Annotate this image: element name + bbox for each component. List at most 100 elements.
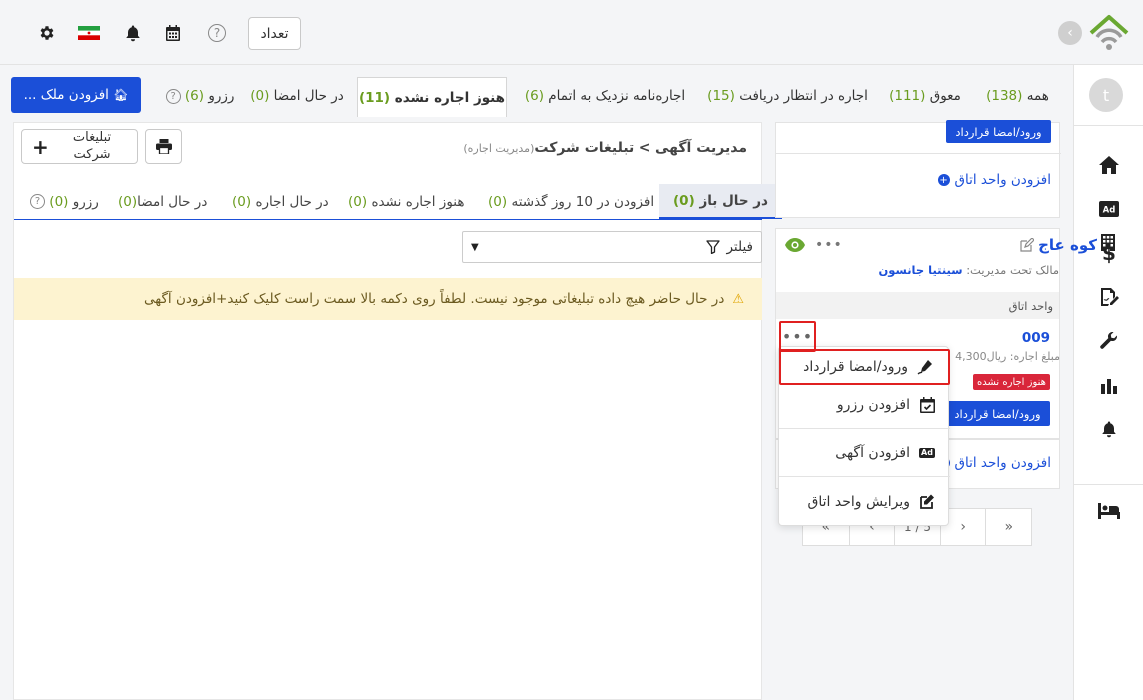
printer-icon bbox=[155, 139, 172, 154]
tab-overdue[interactable]: معوق (111) bbox=[880, 77, 970, 115]
ad-tab-open[interactable]: در حال باز (0) bbox=[659, 184, 782, 219]
avatar[interactable]: t bbox=[1089, 78, 1123, 112]
menu-item-label: ویرایش واحد اتاق bbox=[807, 494, 910, 510]
breadcrumb: مدیریت آگهی > تبلیغات شرکت(مدیریت اجاره) bbox=[463, 140, 747, 156]
wrench-icon[interactable] bbox=[1098, 330, 1120, 352]
sign-contract-label: ورود/امضا قرارداد bbox=[955, 124, 1042, 139]
tab-label: اجاره در انتظار دریافت bbox=[739, 88, 868, 104]
menu-item-label: ورود/امضا قرارداد bbox=[803, 359, 908, 375]
tab-label: معوق bbox=[929, 88, 961, 104]
add-room-unit-link[interactable]: افزودن واحد اتاق+ bbox=[937, 455, 1051, 471]
ad-icon[interactable]: Ad bbox=[1098, 198, 1120, 220]
bed-icon[interactable] bbox=[1098, 500, 1120, 522]
help-icon[interactable]: ? bbox=[30, 194, 45, 209]
breadcrumb-root[interactable]: مدیریت آگهی bbox=[655, 140, 747, 156]
tab-label: در حال باز bbox=[699, 192, 768, 209]
ad-tab-not-rented[interactable]: هنوز اجاره نشده (0) bbox=[348, 184, 464, 219]
tab-count: (6) bbox=[184, 88, 205, 104]
unit-number[interactable]: 009 bbox=[1022, 330, 1050, 346]
unit-more-options-button[interactable]: ••• bbox=[779, 321, 816, 352]
calendar-icon[interactable] bbox=[162, 22, 184, 44]
contract-icon[interactable] bbox=[1098, 286, 1120, 308]
menu-item-add-reserve[interactable]: افزودن رزرو bbox=[779, 385, 950, 425]
property-name: کوه عاج bbox=[1038, 235, 1097, 254]
count-button-label: تعداد bbox=[260, 25, 289, 42]
edit-icon bbox=[918, 493, 936, 511]
tab-reserve[interactable]: رزرو (6) ? bbox=[160, 77, 240, 115]
tab-rent-pending[interactable]: اجاره در انتظار دریافت (15) bbox=[700, 77, 875, 115]
print-button[interactable] bbox=[145, 129, 182, 164]
tab-count: (0) bbox=[348, 193, 368, 210]
sidebar-divider bbox=[1074, 484, 1143, 485]
tab-lease-ending[interactable]: اجاره‌نامه نزدیک به اتمام (6) bbox=[515, 77, 695, 115]
more-options-icon: ••• bbox=[781, 327, 814, 346]
empty-alert-text: در حال حاضر هیچ داده تبلیغاتی موجود نیست… bbox=[144, 291, 725, 307]
tab-count: (11) bbox=[358, 89, 391, 106]
plus-circle-icon: + bbox=[937, 174, 950, 186]
property-title[interactable]: کوه عاج bbox=[1020, 234, 1115, 255]
empty-alert: در حال حاضر هیچ داده تبلیغاتی موجود نیست… bbox=[14, 278, 762, 320]
last-page-button[interactable]: » bbox=[985, 509, 1031, 545]
svg-text:Ad: Ad bbox=[1103, 206, 1116, 216]
bell-icon[interactable] bbox=[122, 22, 144, 44]
menu-item-sign-contract[interactable]: ورود/امضا قرارداد bbox=[779, 349, 950, 385]
plus-icon: + bbox=[32, 134, 49, 159]
add-property-button[interactable]: 🏠︎ افزودن ملک ... bbox=[11, 77, 141, 113]
ad-tab-renting[interactable]: در حال اجاره (0) bbox=[232, 184, 329, 219]
top-bar: ? تعداد ‹ bbox=[0, 0, 1143, 65]
tab-count: (138) bbox=[986, 88, 1023, 104]
menu-item-edit-unit[interactable]: ویرایش واحد اتاق bbox=[779, 482, 950, 522]
collapse-sidebar-button[interactable]: ‹ bbox=[1058, 21, 1082, 45]
unit-sign-contract-button[interactable]: ورود/امضا قرارداد bbox=[945, 401, 1050, 426]
sign-contract-button[interactable]: ورود/امضا قرارداد bbox=[946, 120, 1051, 143]
menu-item-add-ad[interactable]: افزودن آگهی Ad bbox=[779, 433, 950, 473]
more-options-icon[interactable]: ••• bbox=[815, 236, 842, 254]
edit-icon[interactable] bbox=[1020, 237, 1035, 252]
room-units-header-label: واحد اتاق bbox=[1008, 298, 1053, 313]
add-property-label: افزودن ملک ... bbox=[23, 87, 109, 103]
tab-label: هنوز اجاره نشده bbox=[371, 193, 465, 210]
ad-icon: Ad bbox=[919, 448, 935, 458]
filter-icon bbox=[706, 240, 721, 254]
tab-count: (0) bbox=[232, 193, 252, 210]
tab-count: (0) bbox=[488, 193, 508, 210]
iran-flag-icon[interactable] bbox=[78, 22, 100, 44]
tab-label: رزرو bbox=[208, 88, 235, 104]
ad-tab-last-10-days[interactable]: افزودن در 10 روز گذشته (0) bbox=[488, 184, 654, 219]
unit-actions-menu: ورود/امضا قرارداد افزودن رزرو افزودن آگه… bbox=[778, 346, 950, 526]
chart-icon[interactable] bbox=[1098, 374, 1120, 396]
rent-label: مبلغ اجاره: ریال bbox=[986, 350, 1060, 363]
eye-icon[interactable] bbox=[784, 236, 806, 254]
tab-count: (0) bbox=[250, 88, 270, 104]
pen-icon bbox=[916, 358, 934, 376]
tab-label: رزرو bbox=[72, 193, 99, 210]
filter-label: فیلتر bbox=[726, 239, 753, 255]
tab-all[interactable]: همه (138) bbox=[975, 77, 1060, 115]
caret-down-icon: ▼ bbox=[471, 241, 479, 253]
warning-icon: ⚠ bbox=[732, 291, 744, 307]
logo[interactable] bbox=[1087, 13, 1131, 53]
bell-icon[interactable] bbox=[1098, 418, 1120, 440]
add-room-unit-link[interactable]: افزودن واحد اتاق+ bbox=[937, 172, 1051, 188]
help-icon[interactable]: ? bbox=[206, 22, 228, 44]
count-button[interactable]: تعداد bbox=[248, 17, 301, 50]
owner-name[interactable]: سینتیا جانسون bbox=[878, 263, 962, 277]
property-owner: مالک تحت مدیریت: سینتیا جانسون bbox=[878, 263, 1059, 277]
tab-not-rented[interactable]: هنوز اجاره نشده (11) bbox=[357, 77, 507, 117]
gear-icon[interactable] bbox=[36, 22, 58, 44]
ad-tab-signing[interactable]: در حال امضا (0) bbox=[118, 184, 207, 219]
tab-label: همه bbox=[1026, 88, 1049, 104]
tab-signing[interactable]: در حال امضا (0) bbox=[243, 77, 351, 115]
filter-select[interactable]: ▼ فیلتر bbox=[462, 231, 762, 263]
home-icon[interactable] bbox=[1098, 154, 1120, 176]
rent-value: 4,300 bbox=[955, 350, 987, 363]
ad-tab-reserve[interactable]: رزرو (0) ? bbox=[30, 184, 99, 219]
house-plus-icon: 🏠︎ bbox=[113, 88, 129, 102]
help-icon[interactable]: ? bbox=[165, 88, 181, 104]
chevron-right-icon: › bbox=[960, 519, 966, 535]
company-ads-button[interactable]: + تبلیغات شرکت bbox=[21, 129, 138, 164]
menu-divider bbox=[779, 428, 950, 429]
tab-count: (0) bbox=[673, 192, 695, 209]
tab-label: در حال امضا bbox=[273, 88, 344, 104]
sign-contract-label: ورود/امضا قرارداد bbox=[954, 406, 1041, 421]
